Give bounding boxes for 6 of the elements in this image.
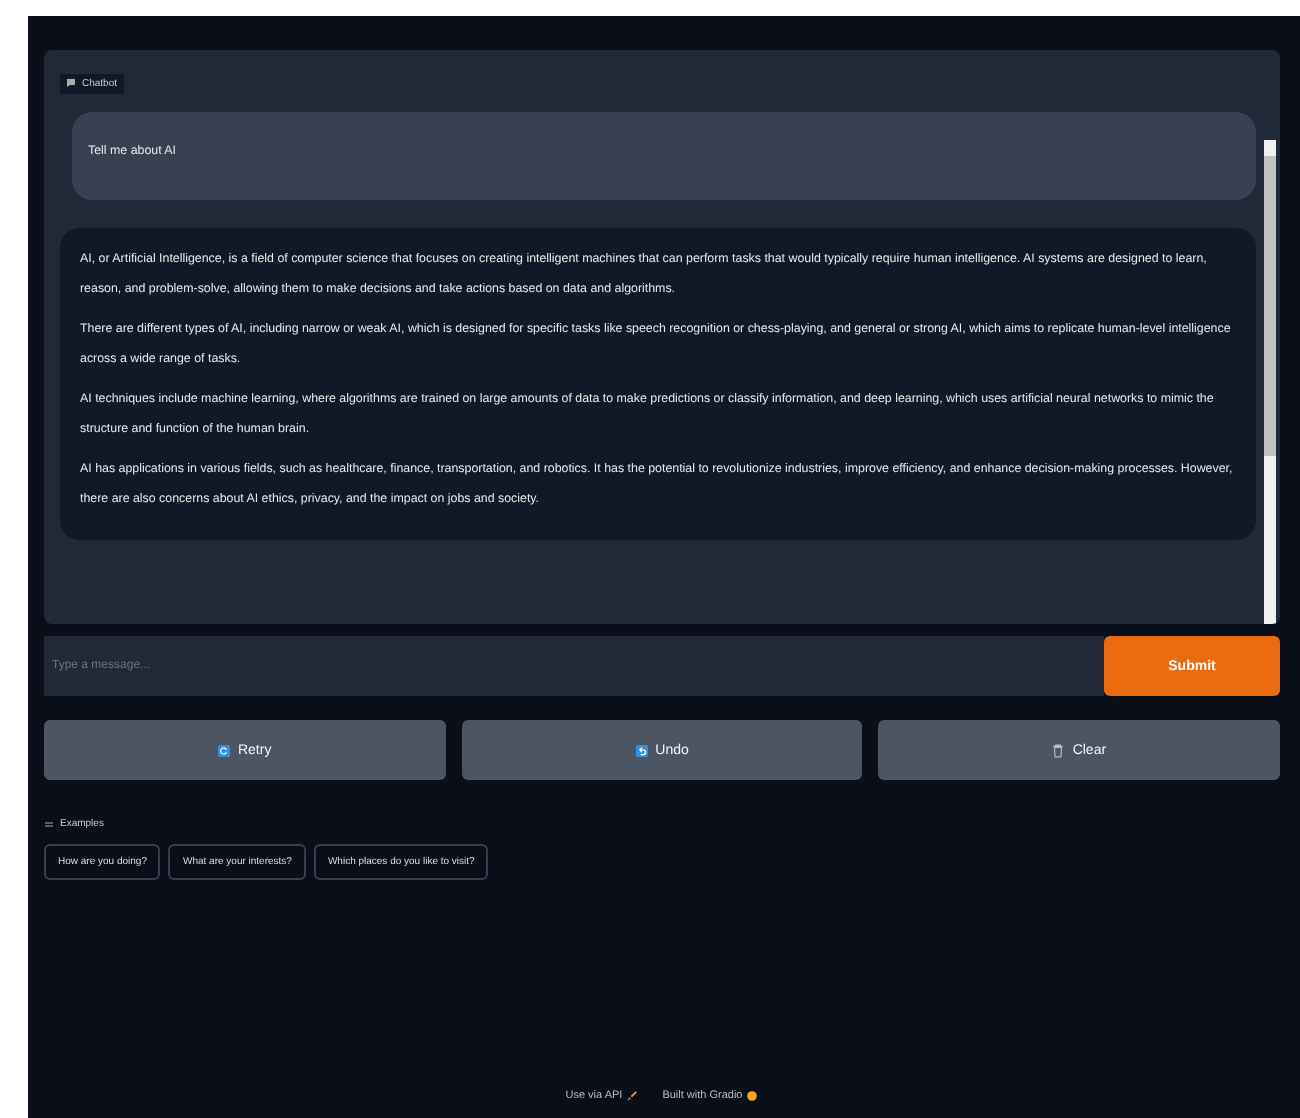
chat-icon (66, 78, 76, 88)
trash-icon (1052, 743, 1065, 757)
scrollbar[interactable] (1264, 140, 1276, 624)
list-icon (44, 819, 54, 829)
refresh-icon (217, 743, 230, 757)
undo-icon (635, 743, 648, 757)
